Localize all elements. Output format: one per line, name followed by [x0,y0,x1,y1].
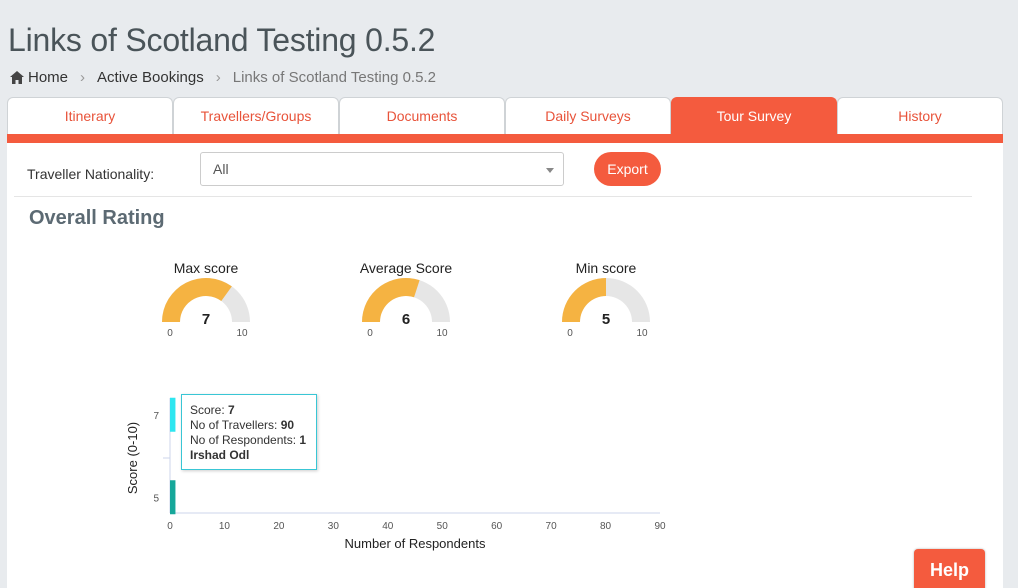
tab-history[interactable]: History [837,97,1003,134]
x-tick-label: 50 [437,521,449,532]
breadcrumb-current: Links of Scotland Testing 0.5.2 [232,69,436,86]
gauge-min-label: 0 [567,328,573,339]
tooltip-score-label: Score: [190,403,225,417]
y-tick-label: 5 [153,493,159,504]
gauge-fill [562,278,606,322]
min-score-gauge: Min score 5 0 10 [546,260,666,350]
gauge-label: Max score [173,260,239,276]
tooltip-respondents-label: No of Respondents: [190,433,297,447]
tab-itinerary[interactable]: Itinerary [7,97,173,134]
gauge-svg: 5 0 10 [562,277,650,339]
breadcrumb: Home › Active Bookings › Links of Scotla… [10,69,436,86]
tooltip-travellers: 90 [280,418,295,432]
gauge-min-label: 0 [167,328,173,339]
page-title: Links of Scotland Testing 0.5.2 [8,22,436,58]
x-tick-label: 40 [382,521,394,532]
bar-group [170,397,176,515]
gauge-value: 6 [402,311,410,328]
tab-daily-surveys[interactable]: Daily Surveys [505,97,671,134]
tooltip-travellers-label: No of Travellers: [190,418,278,432]
tab-travellers-groups[interactable]: Travellers/Groups [173,97,339,134]
caret-down-icon [546,168,554,173]
tour-survey-panel: Traveller Nationality: All Export Overal… [7,143,1003,588]
export-button[interactable]: Export [594,152,661,186]
x-tick-label: 0 [167,521,173,532]
gauge-fill [162,278,232,322]
tooltip-respondents: 1 [299,433,307,447]
tooltip-score: 7 [228,403,235,417]
tooltip-name: Irshad Odl [190,448,250,462]
gauge-min-label: 0 [367,328,373,339]
breadcrumb-active-bookings[interactable]: Active Bookings [97,69,204,86]
home-icon [10,71,24,84]
x-tick-label: 10 [219,521,231,532]
gauge-max-label: 10 [636,328,648,339]
gauge-label: Average Score [359,260,453,276]
tab-documents[interactable]: Documents [339,97,505,134]
nationality-label: Traveller Nationality: [27,166,155,182]
gauge-label: Min score [575,260,637,276]
gauge-value: 7 [202,311,210,328]
bar-score-7[interactable] [170,397,176,432]
gauge-max-label: 10 [436,328,448,339]
bar-tooltip: Score: 7 No of Travellers: 90 No of Resp… [181,394,317,470]
divider [14,196,972,197]
tab-tour-survey[interactable]: Tour Survey [671,97,837,134]
nationality-select[interactable]: All [200,152,564,186]
gauge-value: 5 [602,311,610,328]
nationality-select-value: All [213,161,229,177]
gauge-svg: 6 0 10 [362,277,450,339]
y-tick-label: 7 [153,411,159,422]
max-score-gauge: Max score 7 0 10 [146,260,266,350]
gauge-svg: 7 0 10 [162,277,250,339]
x-tick-label: 20 [273,521,285,532]
x-tick-label: 30 [328,521,340,532]
x-tick-label: 70 [546,521,558,532]
tab-underline-bar [7,134,1003,143]
chevron-right-icon: › [215,69,221,86]
tab-strip: Itinerary Travellers/Groups Documents Da… [7,97,1003,134]
x-tick-label: 80 [600,521,612,532]
bar-score-5[interactable] [170,480,176,515]
breadcrumb-home[interactable]: Home [28,69,68,86]
average-score-gauge: Average Score 6 0 10 [346,260,466,350]
chevron-right-icon: › [80,69,86,86]
help-button[interactable]: Help [914,549,985,588]
x-tick-label: 90 [654,521,666,532]
x-tick-label: 60 [491,521,503,532]
y-axis-title: Score (0-10) [125,422,140,494]
gauge-fill [362,278,420,322]
x-axis-title: Number of Respondents [345,536,486,551]
gauge-max-label: 10 [236,328,248,339]
y-tick-labels: 75 [153,411,159,505]
x-tick-labels: 0 10 20 30 40 50 60 70 80 90 [167,521,666,532]
overall-rating-title: Overall Rating [29,207,165,229]
